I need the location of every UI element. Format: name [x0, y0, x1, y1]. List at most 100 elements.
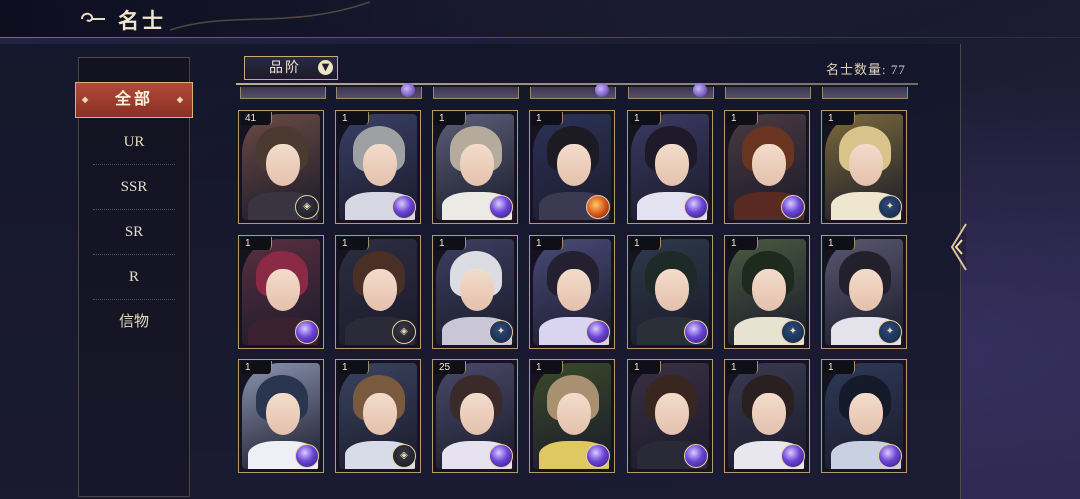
- character-card[interactable]: 1: [432, 110, 518, 224]
- character-card[interactable]: 1: [529, 359, 615, 473]
- orb-icon: [595, 83, 609, 97]
- header-rule: [236, 83, 918, 85]
- portrait-face: [460, 144, 494, 186]
- level-badge: 1: [241, 361, 272, 374]
- character-card[interactable]: 1 ✦: [724, 235, 810, 349]
- portrait-face: [655, 393, 689, 435]
- character-card[interactable]: 1 ✦: [821, 235, 907, 349]
- orb-glyph-icon: [587, 321, 609, 343]
- purple-orb-icon: [781, 195, 805, 219]
- level-badge: 1: [435, 237, 466, 250]
- card-peek[interactable]: [822, 87, 908, 99]
- sidebar-item-all[interactable]: 全部: [75, 82, 193, 118]
- portrait-face: [266, 144, 300, 186]
- page-title: 名士: [118, 8, 166, 33]
- character-card[interactable]: 1: [627, 235, 713, 349]
- purple-orb-icon: [684, 320, 708, 344]
- orb-glyph-icon: [296, 445, 318, 467]
- purple-orb-icon: [295, 320, 319, 344]
- character-card[interactable]: 1: [529, 235, 615, 349]
- orb-glyph-icon: [782, 196, 804, 218]
- portrait-face: [849, 269, 883, 311]
- character-count: 名士数量: 77: [826, 59, 906, 78]
- portrait-face: [557, 144, 591, 186]
- portrait-face: [363, 144, 397, 186]
- purple-orb-icon: [781, 444, 805, 468]
- portrait-face: [752, 393, 786, 435]
- card-peek[interactable]: [336, 83, 422, 99]
- level-badge: 1: [435, 112, 466, 125]
- portrait-face: [752, 269, 786, 311]
- card-peek[interactable]: [530, 83, 616, 99]
- card-peek[interactable]: [433, 87, 519, 99]
- filter-label: 品阶: [269, 60, 301, 76]
- sidebar-item-sr[interactable]: SR: [93, 210, 175, 255]
- character-card[interactable]: 1: [335, 110, 421, 224]
- level-badge: 1: [727, 112, 758, 125]
- character-card[interactable]: 1: [529, 110, 615, 224]
- character-card[interactable]: 1: [627, 110, 713, 224]
- orb-glyph-icon: [685, 445, 707, 467]
- purple-orb-icon: [392, 195, 416, 219]
- collapse-arrow-icon[interactable]: [948, 222, 970, 272]
- card-peek[interactable]: [628, 83, 714, 99]
- character-card[interactable]: 1: [821, 359, 907, 473]
- dark-orb-icon: ◈: [392, 444, 416, 468]
- card-peek[interactable]: [725, 87, 811, 99]
- orb-glyph-icon: [685, 196, 707, 218]
- card-peek[interactable]: [240, 87, 326, 99]
- character-card[interactable]: 1: [724, 110, 810, 224]
- blue-orb-icon: ✦: [489, 320, 513, 344]
- orb-glyph-icon: [879, 445, 901, 467]
- character-card[interactable]: 25: [432, 359, 518, 473]
- blue-orb-icon: ✦: [781, 320, 805, 344]
- sidebar-item-ur[interactable]: UR: [93, 120, 175, 165]
- purple-orb-icon: [878, 444, 902, 468]
- header-decoration: [170, 1, 370, 31]
- orb-glyph-icon: [393, 196, 415, 218]
- swirl-back-icon[interactable]: [78, 9, 108, 29]
- orb-glyph-icon: ✦: [885, 326, 895, 337]
- sidebar-item-r[interactable]: R: [93, 255, 175, 300]
- character-card[interactable]: 1 ◈: [335, 359, 421, 473]
- blue-orb-icon: ✦: [878, 195, 902, 219]
- portrait-face: [460, 393, 494, 435]
- portrait-face: [266, 393, 300, 435]
- level-badge: 1: [532, 361, 563, 374]
- orb-glyph-icon: [490, 196, 512, 218]
- character-card[interactable]: 1: [238, 359, 324, 473]
- purple-orb-icon: [586, 444, 610, 468]
- rarity-sidebar: 全部 UR SSR SR R 信物: [75, 57, 193, 497]
- character-card[interactable]: 1 ✦: [432, 235, 518, 349]
- orb-glyph-icon: ◈: [400, 450, 408, 461]
- character-card[interactable]: 1 ✦: [821, 110, 907, 224]
- level-badge: 1: [532, 112, 563, 125]
- purple-orb-icon: [684, 444, 708, 468]
- dark-orb-icon: ◈: [392, 320, 416, 344]
- purple-orb-icon: [489, 444, 513, 468]
- level-badge: 1: [630, 361, 661, 374]
- character-card[interactable]: 1: [724, 359, 810, 473]
- orb-glyph-icon: [587, 196, 609, 218]
- level-badge: 1: [338, 112, 369, 125]
- portrait-face: [655, 269, 689, 311]
- level-badge: 1: [824, 361, 855, 374]
- level-badge: 41: [241, 112, 272, 125]
- level-badge: 1: [532, 237, 563, 250]
- character-card[interactable]: 1: [238, 235, 324, 349]
- character-card[interactable]: 1 ◈: [335, 235, 421, 349]
- character-card[interactable]: 1: [627, 359, 713, 473]
- header-divider: [0, 37, 1080, 38]
- level-badge: 1: [630, 237, 661, 250]
- rarity-filter-dropdown[interactable]: 品阶 ▼: [244, 56, 338, 80]
- level-badge: 1: [338, 361, 369, 374]
- portrait-face: [363, 269, 397, 311]
- orb-glyph-icon: ✦: [788, 326, 798, 337]
- orb-glyph-icon: [782, 445, 804, 467]
- sidebar-item-ssr[interactable]: SSR: [93, 165, 175, 210]
- orb-glyph-icon: [490, 445, 512, 467]
- character-card[interactable]: 41 ◈: [238, 110, 324, 224]
- sidebar-item-tokens[interactable]: 信物: [93, 300, 175, 344]
- orb-glyph-icon: [587, 445, 609, 467]
- orb-glyph-icon: ✦: [496, 326, 506, 337]
